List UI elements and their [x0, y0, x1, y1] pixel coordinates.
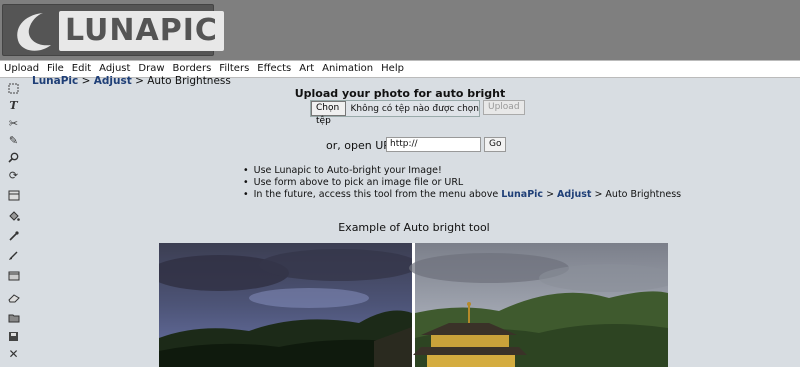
file-status-text: Không có tệp nào được chọn — [350, 103, 479, 114]
list-item: Use form above to pick an image file or … — [243, 177, 681, 189]
menu-edit[interactable]: Edit — [68, 62, 95, 76]
brush-icon[interactable] — [7, 249, 20, 262]
link-separator: > — [543, 189, 558, 200]
upload-heading: Upload your photo for auto bright — [294, 87, 506, 100]
menu-animation[interactable]: Animation — [318, 62, 377, 76]
example-heading: Example of Auto bright tool — [338, 221, 490, 234]
menu-effects[interactable]: Effects — [253, 62, 295, 76]
logo-text: LUNAPIC — [59, 11, 224, 51]
menu-upload[interactable]: Upload — [0, 62, 43, 76]
upload-button[interactable]: Upload — [483, 100, 525, 115]
breadcrumb-current: Auto Brightness — [147, 75, 231, 87]
pencil-icon[interactable]: ✎ — [7, 134, 20, 147]
instruction-text: In the future, access this tool from the… — [253, 189, 502, 200]
breadcrumb-separator: > — [78, 75, 94, 87]
go-button[interactable]: Go — [484, 137, 507, 152]
moon-logo-icon — [7, 9, 55, 53]
list-item: In the future, access this tool from the… — [243, 189, 682, 201]
adjust-link[interactable]: Adjust — [557, 189, 591, 200]
menu-filters[interactable]: Filters — [215, 62, 253, 76]
file-picker[interactable]: Chọn tệp Không có tệp nào được chọn — [310, 100, 480, 126]
rotate-icon[interactable]: ⟳ — [7, 169, 20, 182]
lunapic-logo[interactable]: LUNAPIC — [2, 4, 224, 56]
instruction-text: Use form above to pick an image file or … — [253, 177, 464, 188]
choose-file-button[interactable]: Chọn tệp — [311, 101, 347, 126]
menu-help[interactable]: Help — [377, 62, 408, 76]
scissors-icon[interactable]: ✂ — [7, 117, 20, 130]
example-before-after-image — [159, 243, 668, 367]
menu-adjust[interactable]: Adjust — [95, 62, 134, 76]
instructions-list: Use Lunapic to Auto-bright your Image! U… — [243, 165, 682, 201]
zoom-icon[interactable] — [7, 151, 20, 164]
breadcrumb: LunaPic > Adjust > Auto Brightness — [32, 75, 231, 87]
open-folder-icon[interactable] — [7, 311, 20, 324]
text-icon[interactable]: T — [7, 99, 20, 112]
save-icon[interactable] — [7, 330, 20, 343]
layers-icon[interactable] — [7, 269, 20, 282]
eraser-icon[interactable] — [7, 291, 20, 304]
breadcrumb-separator: > — [131, 75, 148, 87]
menu-art[interactable]: Art — [295, 62, 318, 76]
menu-borders[interactable]: Borders — [169, 62, 216, 76]
instruction-text: Use Lunapic to Auto-bright your Image! — [253, 165, 442, 176]
example-photo — [159, 243, 668, 367]
crop-icon[interactable] — [7, 189, 20, 202]
menu-draw[interactable]: Draw — [134, 62, 168, 76]
instruction-text: > Auto Brightness — [591, 189, 682, 200]
close-icon[interactable]: ✕ — [7, 347, 20, 360]
url-input[interactable]: http:// — [386, 137, 481, 152]
breadcrumb-adjust-link[interactable]: Adjust — [94, 75, 132, 87]
menu-file[interactable]: File — [43, 62, 68, 76]
lunapic-link[interactable]: LunaPic — [501, 189, 543, 200]
list-item: Use Lunapic to Auto-bright your Image! — [243, 165, 681, 177]
breadcrumb-lunapic-link[interactable]: LunaPic — [32, 75, 78, 87]
header-bar: LUNAPIC — [0, 0, 800, 60]
